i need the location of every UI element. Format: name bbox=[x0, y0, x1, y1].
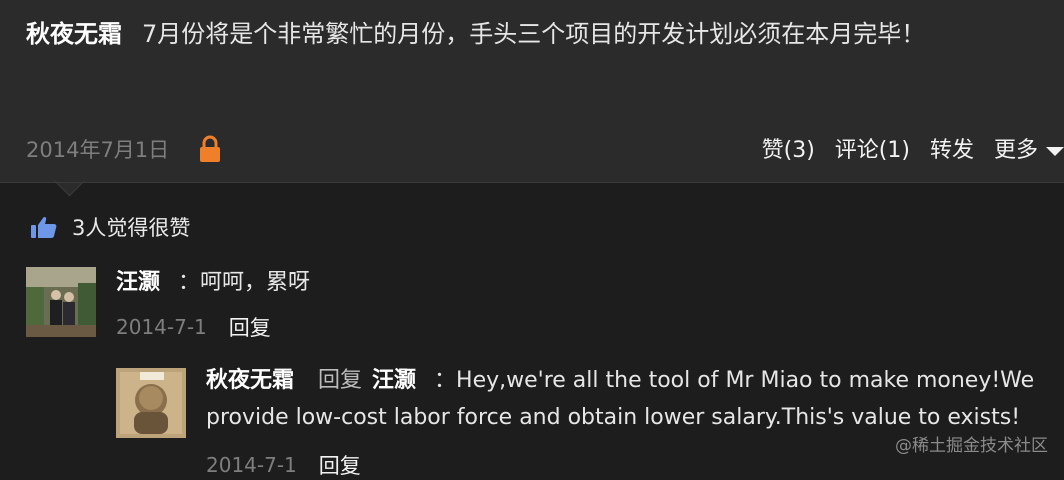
more-label: 更多 bbox=[993, 138, 1038, 163]
reply-button[interactable]: 回复 bbox=[319, 450, 361, 480]
avatar[interactable] bbox=[116, 368, 186, 438]
reply-target-user[interactable]: 汪灏 bbox=[372, 368, 416, 393]
comment-date: 2014-7-1 bbox=[116, 315, 207, 339]
avatar[interactable] bbox=[26, 267, 96, 337]
like-button[interactable]: 赞(3) bbox=[762, 132, 815, 164]
caret-down-icon bbox=[1046, 146, 1064, 156]
post-date: 2014年7月1日 bbox=[26, 138, 170, 162]
likes-summary-text[interactable]: 3人觉得很赞 bbox=[72, 212, 190, 242]
likes-summary-row: 3人觉得很赞 bbox=[30, 212, 190, 242]
reply-body: 秋夜无霜 回复 汪灏 ：Hey,we're all the tool of Mr Mi… bbox=[206, 362, 1062, 436]
avatar-photo bbox=[116, 368, 186, 438]
watermark: @稀土掘金技术社区 bbox=[895, 436, 1048, 456]
reply-word: 回复 bbox=[318, 368, 363, 393]
more-button[interactable]: 更多 bbox=[994, 132, 1064, 164]
post-actions: 赞(3) 评论(1) 转发 更多 bbox=[742, 132, 1064, 164]
comment-author[interactable]: 汪灏 bbox=[116, 270, 160, 295]
post-text: 7月份将是个非常繁忙的月份，手头三个项目的开发计划必须在本月完毕！ bbox=[142, 20, 926, 48]
reply-author[interactable]: 秋夜无霜 bbox=[206, 368, 294, 393]
avatar-photo bbox=[26, 267, 96, 337]
reply-button[interactable]: 回复 bbox=[229, 312, 271, 342]
comment-meta: 2014-7-1 回复 bbox=[116, 312, 271, 342]
comment-button[interactable]: 评论(1) bbox=[835, 132, 910, 164]
lock-icon bbox=[200, 135, 220, 162]
comment-text: ：呵呵，累呀 bbox=[178, 270, 311, 295]
post-divider bbox=[0, 182, 1064, 183]
post-card: 秋夜无霜 7月份将是个非常繁忙的月份，手头三个项目的开发计划必须在本月完毕！ 20… bbox=[0, 0, 1064, 182]
comment-body: 汪灏 ：呵呵，累呀 bbox=[116, 264, 310, 296]
reply-meta: 2014-7-1 回复 bbox=[206, 450, 361, 480]
thumbs-up-icon bbox=[31, 216, 57, 238]
post-content: 秋夜无霜 7月份将是个非常繁忙的月份，手头三个项目的开发计划必须在本月完毕！ bbox=[26, 12, 1036, 56]
post-author[interactable]: 秋夜无霜 bbox=[26, 20, 122, 48]
reply-date: 2014-7-1 bbox=[206, 453, 297, 477]
share-button[interactable]: 转发 bbox=[930, 132, 974, 164]
